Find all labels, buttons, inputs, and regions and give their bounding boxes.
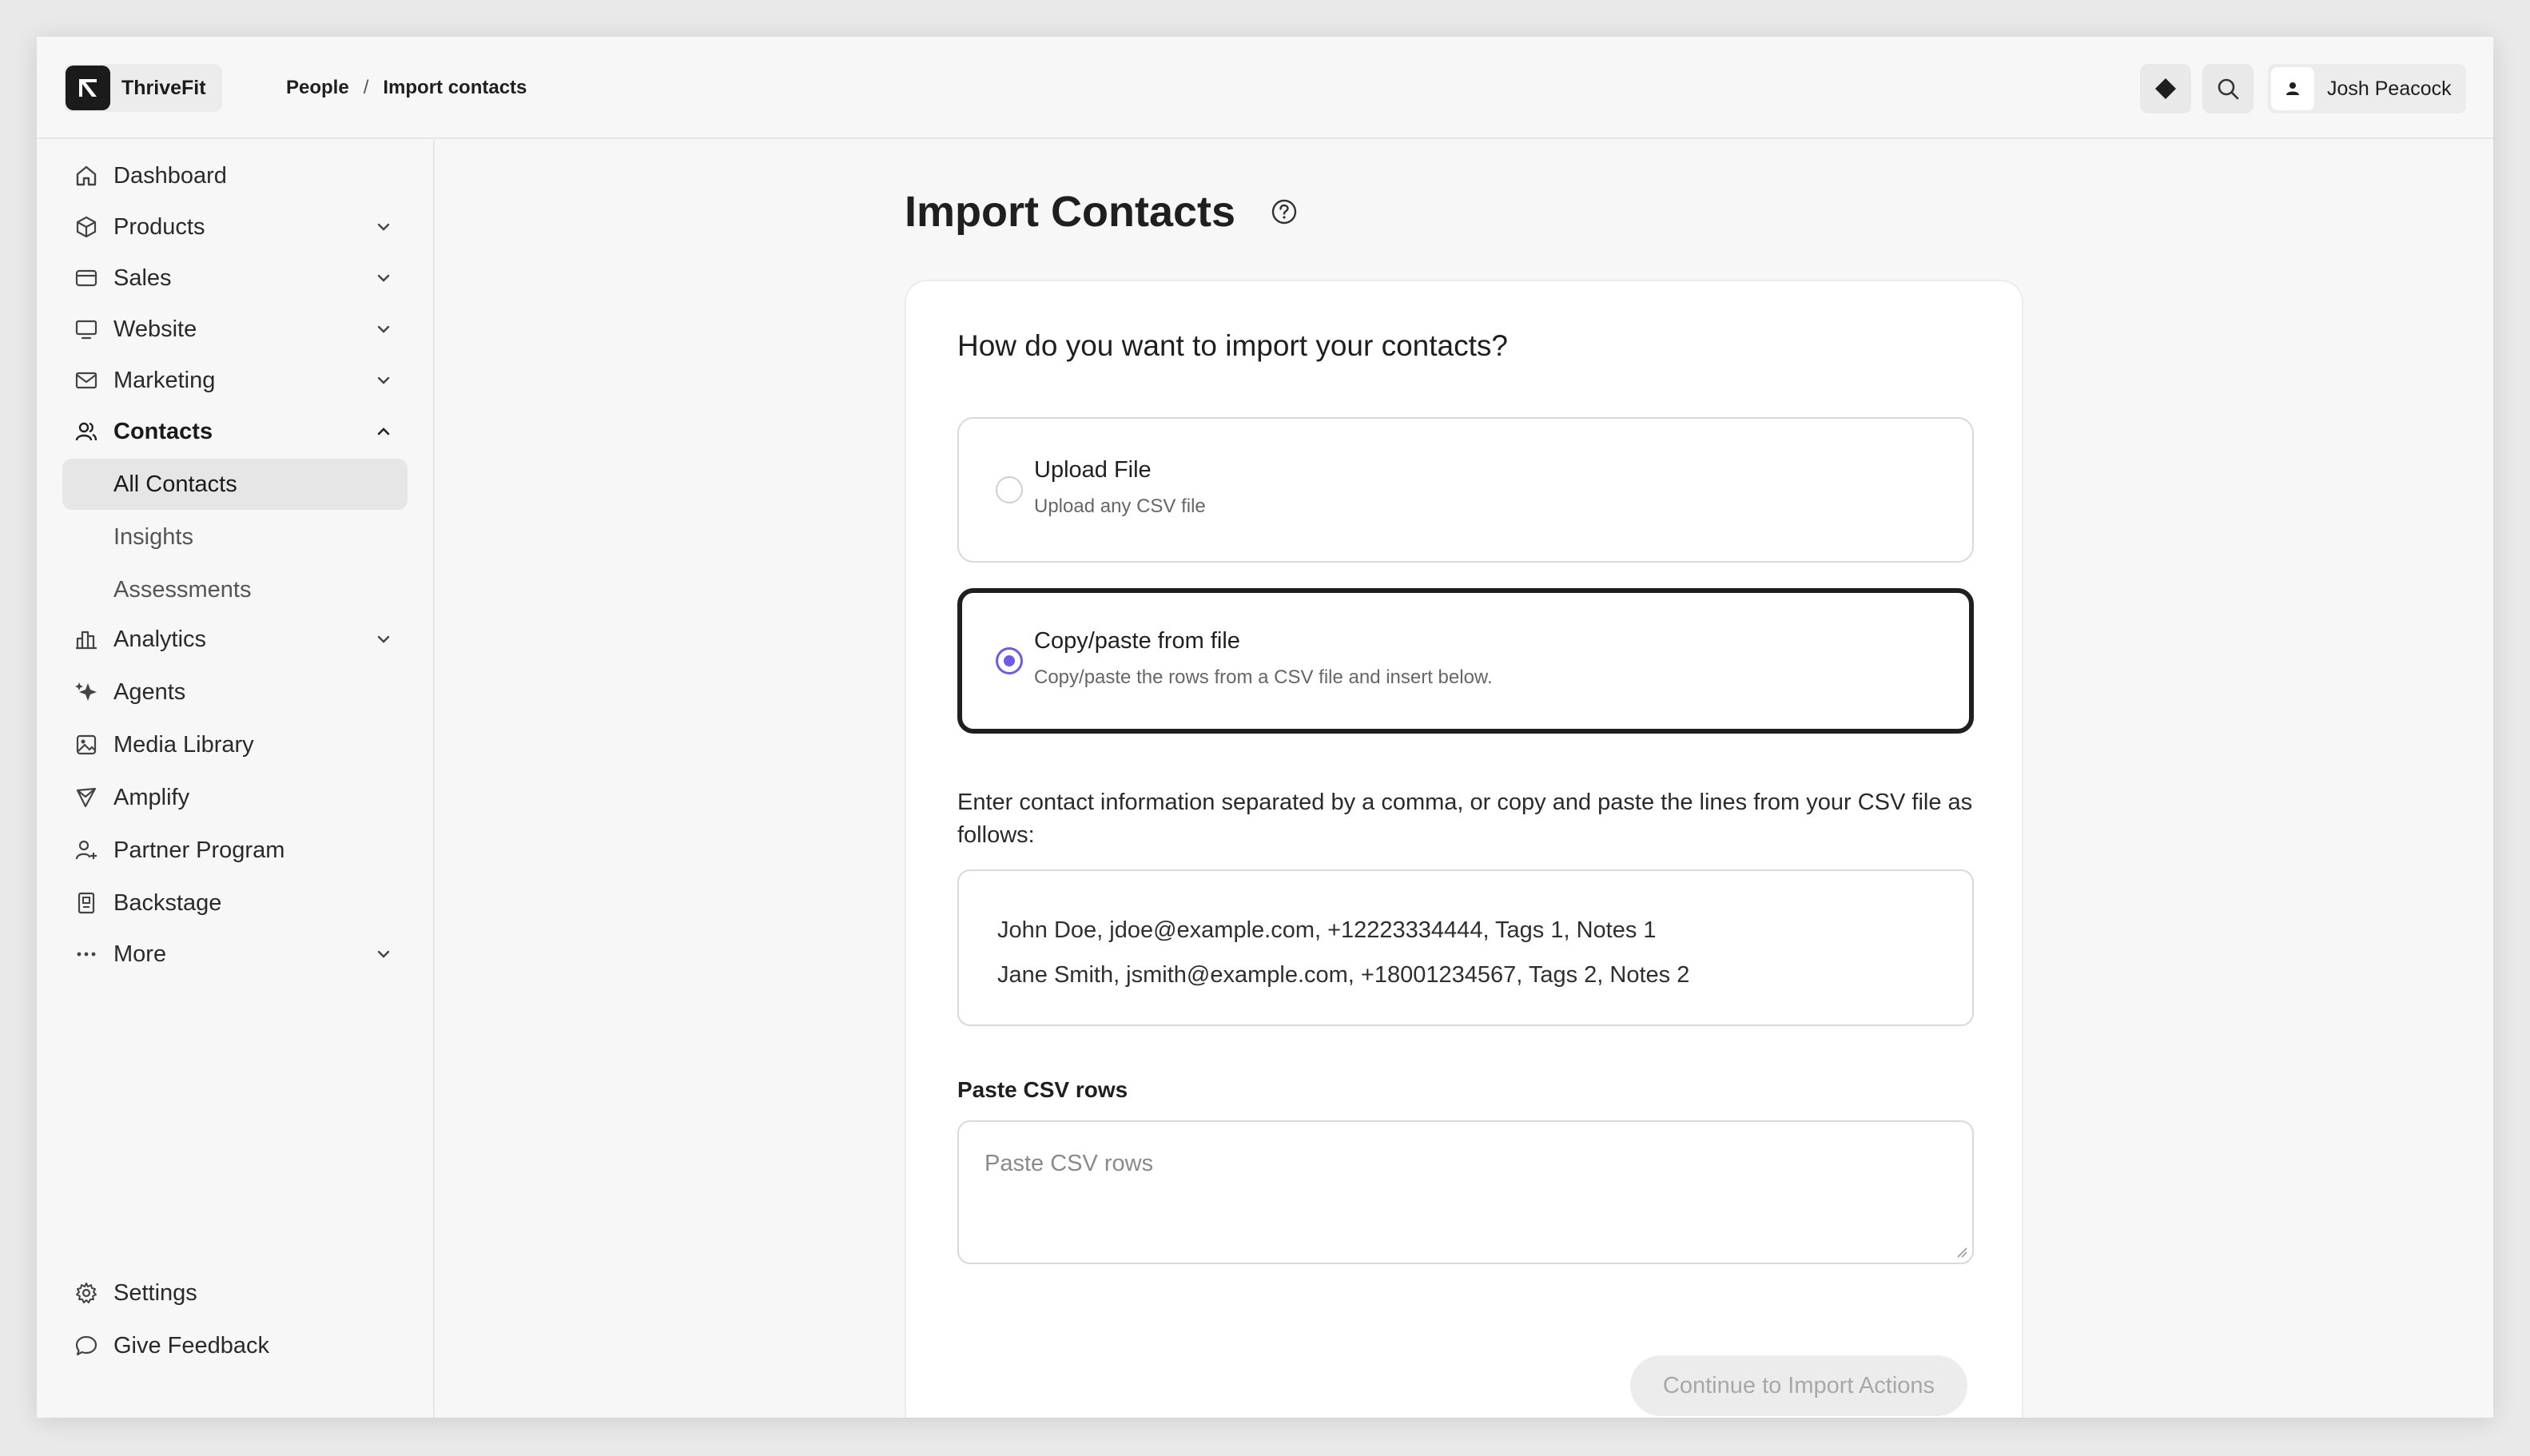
csv-example-line: John Doe, jdoe@example.com, +12223334444… bbox=[997, 917, 1657, 943]
sidebar-item-label: Backstage bbox=[113, 889, 222, 916]
paste-csv-placeholder: Paste CSV rows bbox=[985, 1151, 1154, 1176]
user-plus-icon bbox=[74, 837, 99, 863]
resize-grip-icon[interactable] bbox=[1955, 1245, 1967, 1258]
radio-upload-file[interactable] bbox=[996, 476, 1023, 503]
brand-logo-icon bbox=[66, 66, 110, 110]
sidebar-item-products[interactable]: Products bbox=[62, 201, 408, 253]
sidebar-item-media-library[interactable]: Media Library bbox=[62, 719, 408, 770]
import-question: How do you want to import your contacts? bbox=[957, 329, 1508, 362]
chevron-down-icon[interactable] bbox=[371, 627, 396, 652]
option-copy-paste[interactable]: Copy/paste from file Copy/paste the rows… bbox=[957, 588, 1974, 734]
box-icon bbox=[74, 214, 99, 240]
option-title: Upload File bbox=[1034, 457, 1152, 483]
chevron-down-icon[interactable] bbox=[371, 214, 396, 240]
option-upload-file[interactable]: Upload File Upload any CSV file bbox=[957, 417, 1974, 563]
app-window: ThriveFit People / Import contacts Josh … bbox=[37, 37, 2493, 1418]
credit-card-icon bbox=[74, 265, 99, 291]
sidebar-item-label: Contacts bbox=[113, 418, 213, 444]
chevron-down-icon[interactable] bbox=[371, 265, 396, 291]
id-badge-icon bbox=[74, 890, 99, 916]
sidebar-item-label: Settings bbox=[113, 1279, 197, 1306]
image-icon bbox=[74, 732, 99, 758]
sidebar-item-sales[interactable]: Sales bbox=[62, 253, 408, 304]
sidebar-item-label: Give Feedback bbox=[113, 1332, 270, 1359]
chat-bubble-icon bbox=[74, 1333, 99, 1359]
monitor-icon bbox=[74, 316, 99, 342]
bar-chart-icon bbox=[74, 627, 99, 652]
sidebar-item-label: Analytics bbox=[113, 626, 207, 652]
search-button[interactable] bbox=[2202, 64, 2254, 113]
chevron-up-icon[interactable] bbox=[371, 419, 396, 444]
chevron-down-icon[interactable] bbox=[371, 368, 396, 393]
brand-switcher[interactable]: ThriveFit bbox=[64, 64, 222, 112]
sidebar-subitem-assessments[interactable]: Assessments bbox=[62, 564, 408, 615]
option-description: Upload any CSV file bbox=[1034, 495, 1206, 517]
sidebar-item-agents[interactable]: Agents bbox=[62, 666, 408, 718]
sidebar-subitem-label: All Contacts bbox=[113, 471, 237, 497]
top-bar: ThriveFit People / Import contacts Josh … bbox=[37, 37, 2493, 139]
sidebar-item-label: Agents bbox=[113, 678, 186, 705]
sidebar-item-label: Dashboard bbox=[113, 162, 227, 189]
megaphone-icon bbox=[74, 785, 99, 810]
gear-icon bbox=[74, 1280, 99, 1306]
breadcrumb-separator: / bbox=[363, 77, 369, 98]
sidebar-item-label: Media Library bbox=[113, 731, 254, 758]
radio-copy-paste[interactable] bbox=[996, 647, 1023, 674]
sidebar-item-dashboard[interactable]: Dashboard bbox=[62, 150, 408, 201]
breadcrumb-import-contacts: Import contacts bbox=[383, 77, 527, 98]
page-title: Import Contacts bbox=[905, 188, 1236, 236]
sidebar-item-label: Products bbox=[113, 213, 205, 240]
avatar bbox=[2271, 67, 2314, 110]
sidebar-item-label: Partner Program bbox=[113, 837, 285, 863]
sidebar: Dashboard Products Sales Website Marketi… bbox=[37, 139, 435, 1418]
sidebar-item-website[interactable]: Website bbox=[62, 304, 408, 355]
user-menu-button[interactable]: Josh Peacock bbox=[2268, 64, 2466, 113]
upgrade-button[interactable] bbox=[2140, 64, 2191, 113]
sparkle-icon bbox=[74, 679, 99, 705]
dots-icon bbox=[74, 941, 99, 967]
sidebar-subitem-label: Assessments bbox=[113, 576, 252, 603]
option-description: Copy/paste the rows from a CSV file and … bbox=[1034, 666, 1493, 688]
sidebar-subitem-all-contacts[interactable]: All Contacts bbox=[62, 459, 408, 510]
sidebar-item-settings[interactable]: Settings bbox=[62, 1267, 408, 1319]
chevron-down-icon[interactable] bbox=[371, 941, 396, 967]
paste-csv-label: Paste CSV rows bbox=[957, 1077, 1128, 1102]
home-icon bbox=[74, 163, 99, 189]
paste-csv-textarea[interactable]: Paste CSV rows bbox=[957, 1120, 1974, 1264]
diamond-icon bbox=[2155, 78, 2176, 99]
sidebar-subitem-label: Insights bbox=[113, 523, 193, 550]
sidebar-item-label: Website bbox=[113, 316, 197, 342]
sidebar-item-analytics[interactable]: Analytics bbox=[62, 614, 408, 665]
mail-icon bbox=[74, 368, 99, 393]
help-icon[interactable] bbox=[1271, 198, 1298, 225]
breadcrumb: People / Import contacts bbox=[286, 74, 527, 102]
import-instructions: Enter contact information separated by a… bbox=[957, 790, 1973, 848]
chevron-down-icon[interactable] bbox=[371, 316, 396, 342]
sidebar-item-contacts[interactable]: Contacts bbox=[62, 406, 408, 457]
sidebar-item-label: More bbox=[113, 941, 167, 967]
sidebar-item-label: Sales bbox=[113, 265, 172, 291]
users-icon bbox=[74, 419, 99, 444]
sidebar-item-amplify[interactable]: Amplify bbox=[62, 772, 408, 823]
sidebar-subitem-insights[interactable]: Insights bbox=[62, 511, 408, 563]
search-icon bbox=[2218, 78, 2239, 100]
brand-name: ThriveFit bbox=[121, 76, 206, 99]
user-icon bbox=[2286, 82, 2299, 95]
sidebar-item-marketing[interactable]: Marketing bbox=[62, 355, 408, 406]
breadcrumb-people[interactable]: People bbox=[286, 77, 349, 99]
sidebar-item-give-feedback[interactable]: Give Feedback bbox=[62, 1320, 408, 1371]
sidebar-item-backstage[interactable]: Backstage bbox=[62, 877, 408, 929]
csv-example-line: Jane Smith, jsmith@example.com, +1800123… bbox=[997, 962, 1690, 988]
csv-example-box: John Doe, jdoe@example.com, +12223334444… bbox=[957, 869, 1974, 1026]
sidebar-item-label: Amplify bbox=[113, 784, 190, 810]
user-name: Josh Peacock bbox=[2327, 77, 2452, 100]
sidebar-item-more[interactable]: More bbox=[62, 929, 408, 980]
sidebar-item-label: Marketing bbox=[113, 367, 216, 393]
continue-to-import-actions-button[interactable]: Continue to Import Actions bbox=[1630, 1355, 1967, 1416]
import-card: How do you want to import your contacts?… bbox=[905, 280, 2023, 1418]
sidebar-item-partner-program[interactable]: Partner Program bbox=[62, 825, 408, 876]
option-title: Copy/paste from file bbox=[1034, 628, 1240, 654]
